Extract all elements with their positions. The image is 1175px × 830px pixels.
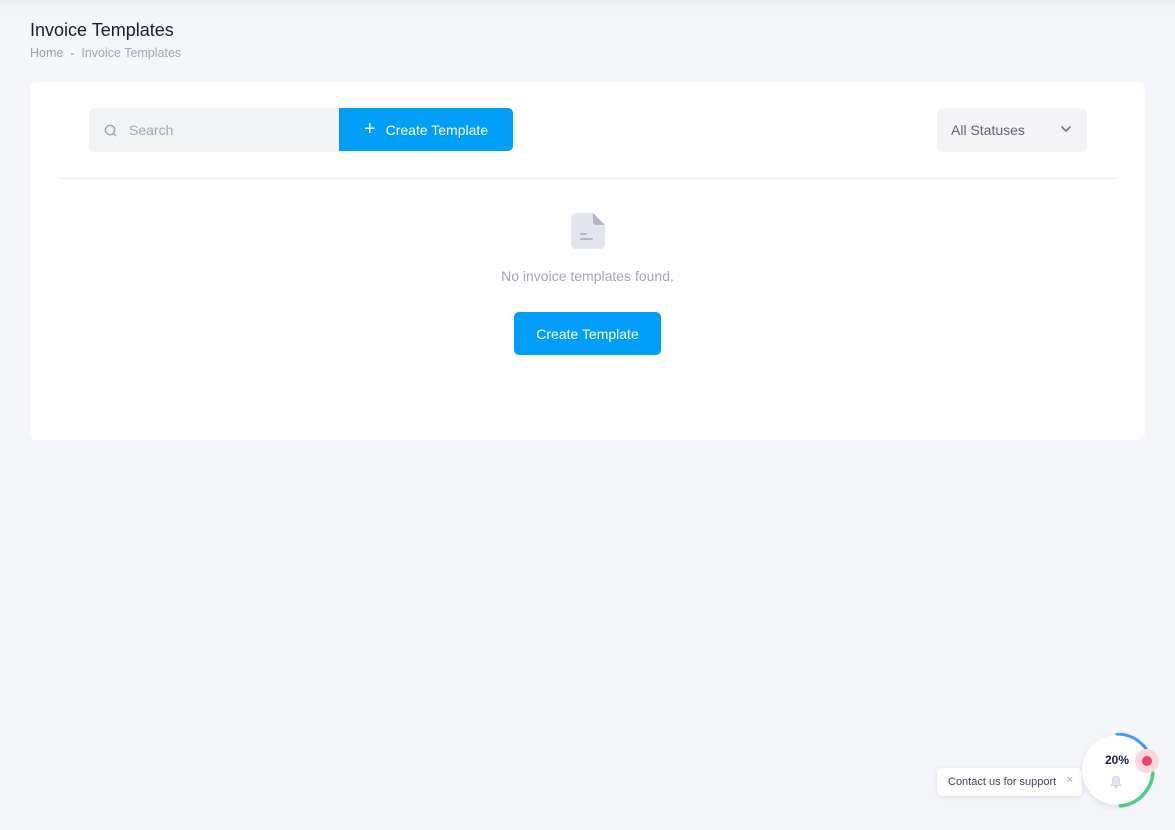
create-template-label: Create Template [385,121,489,138]
breadcrumb-current: Invoice Templates [81,46,182,60]
progress-widget[interactable]: 20% [1078,733,1158,813]
empty-state-message: No invoice templates found. [501,268,674,284]
search-box[interactable] [89,108,341,152]
bell-icon [1110,775,1122,789]
page: Invoice Templates Home - Invoice Templat… [0,0,1175,830]
search-icon [104,124,117,136]
empty-create-template-button[interactable]: Create Template [514,312,661,355]
progress-percent: 20% [1104,753,1130,767]
chevron-down-icon [1061,126,1071,132]
create-template-button[interactable]: + Create Template [339,108,513,151]
top-shadow [0,0,1175,10]
status-filter-select[interactable]: All Statuses [937,108,1087,152]
support-text: Contact us for support [948,776,1057,788]
plus-icon: + [363,117,376,140]
support-tooltip[interactable]: Contact us for support × [937,768,1082,796]
progress-ring [1115,733,1155,808]
page-title: Invoice Templates [30,20,174,40]
breadcrumb: Home - Invoice Templates [30,46,181,60]
notification-dot-inner [1142,756,1152,766]
status-filter-value: All Statuses [951,122,1025,138]
breadcrumb-home-link[interactable]: Home [30,46,63,60]
templates-card: + Create Template All Statuses No invoic… [30,82,1145,440]
divider [59,178,1117,179]
search-input[interactable] [129,115,319,145]
close-icon[interactable]: × [1067,774,1073,786]
breadcrumb-separator: - [70,46,75,60]
notification-dot[interactable] [1135,749,1159,773]
document-icon [571,213,605,249]
